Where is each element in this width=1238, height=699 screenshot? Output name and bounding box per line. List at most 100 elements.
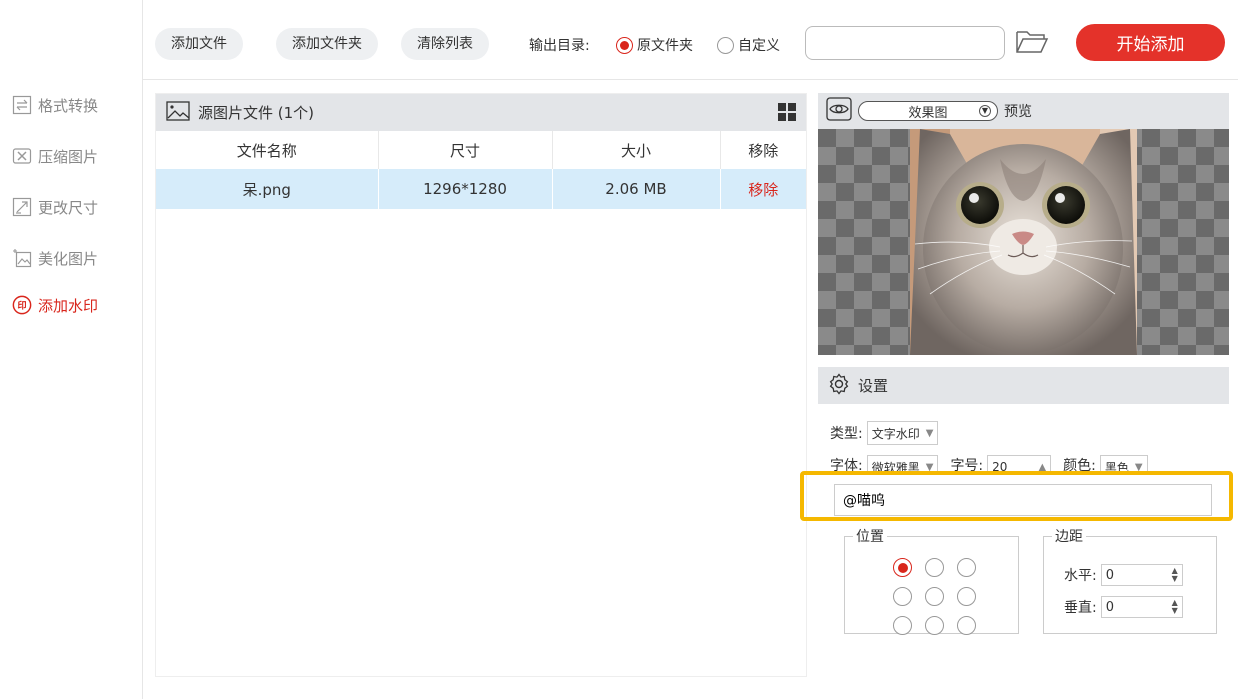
radio-original-folder[interactable]: 原文件夹 (616, 35, 693, 55)
folder-open-icon[interactable] (1015, 28, 1049, 56)
position-group: 位置 (844, 526, 1019, 635)
position-middle-right[interactable] (957, 587, 976, 606)
type-label: 类型: (830, 426, 863, 442)
cat-photo (910, 129, 1137, 355)
start-add-button[interactable]: 开始添加 (1076, 24, 1225, 61)
position-top-center[interactable] (925, 558, 944, 577)
stepper-arrows-icon[interactable]: ▲ ▼ (1172, 567, 1178, 583)
vertical-label: 垂直: (1064, 600, 1097, 616)
font-value: 微软雅黑 (871, 460, 920, 472)
radio-dot[interactable] (616, 36, 633, 54)
sparkle-image-icon (12, 248, 32, 268)
sidebar-item-label: 更改尺寸 (38, 198, 99, 217)
preview-panel: 效果图 ▼ 预览 (818, 93, 1229, 355)
file-list-panel: 源图片文件 (1个) 文件名称 尺寸 大小 移除 呆.png 1296*1280… (155, 93, 807, 677)
settings-panel: 设置 类型: 文字水印 ▼ 字体: 微软雅黑 ▼ 字号: 20 ▲ 颜色: 黑色… (818, 367, 1229, 677)
file-name-cell: 呆.png (156, 169, 379, 209)
column-header-remove: 移除 (748, 141, 779, 160)
size-stepper[interactable]: 20 ▲ (987, 455, 1052, 472)
preview-label: 预览 (1004, 104, 1032, 120)
type-value: 文字水印 (871, 426, 920, 441)
preview-mode-value: 效果图 (908, 105, 948, 121)
chevron-down-icon: ▼ (925, 427, 934, 439)
preview-header: 效果图 ▼ 预览 (818, 93, 1229, 129)
position-grid (893, 558, 977, 635)
file-table: 文件名称 尺寸 大小 移除 呆.png 1296*1280 2.06 MB 移除 (156, 131, 806, 209)
grid-view-icon[interactable] (778, 103, 796, 121)
settings-title: 设置 (858, 377, 889, 395)
stamp-icon: 印 (12, 295, 32, 315)
sidebar-item-label: 格式转换 (38, 96, 99, 115)
position-middle-left[interactable] (893, 587, 912, 606)
type-select[interactable]: 文字水印 ▼ (866, 421, 939, 445)
column-header-dimensions: 尺寸 (378, 131, 553, 169)
position-legend: 位置 (856, 529, 884, 545)
sidebar-item-compress[interactable]: 压缩图片 (12, 143, 98, 169)
clear-list-button[interactable]: 清除列表 (401, 28, 489, 60)
radio-custom-folder[interactable]: 自定义 (717, 35, 780, 55)
horizontal-stepper[interactable]: 0 ▲ ▼ (1100, 564, 1183, 586)
column-header-name: 文件名称 (156, 131, 379, 169)
swap-icon (12, 95, 32, 115)
resize-icon (12, 197, 32, 217)
margin-legend: 边距 (1055, 529, 1083, 545)
chevron-down-icon: ▼ (1134, 461, 1143, 472)
position-bottom-center[interactable] (925, 616, 944, 635)
sidebar-item-label: 添加水印 (38, 296, 99, 315)
preview-mode-select[interactable]: 效果图 ▼ (858, 101, 998, 121)
color-value: 黑色 (1104, 460, 1129, 472)
file-list-header: 源图片文件 (1个) (156, 94, 806, 131)
settings-header: 设置 (818, 367, 1229, 404)
horizontal-value: 0 (1105, 567, 1114, 583)
sidebar-item-watermark[interactable]: 印 添加水印 (12, 292, 98, 318)
table-row[interactable]: 呆.png 1296*1280 2.06 MB 移除 (156, 169, 806, 209)
chevron-down-icon: ▼ (979, 105, 991, 117)
image-icon (166, 100, 190, 125)
margin-group: 边距 水平: 0 ▲ ▼ 垂直: 0 ▲ ▼ (1043, 526, 1217, 634)
gear-icon (828, 372, 850, 399)
watermark-text-input[interactable] (834, 484, 1212, 516)
color-select[interactable]: 黑色 ▼ (1099, 455, 1148, 472)
sidebar-item-label: 美化图片 (38, 249, 99, 268)
preview-canvas (818, 129, 1229, 355)
file-list-title: 源图片文件 (1个) (198, 104, 315, 122)
file-dimensions-cell: 1296*1280 (378, 169, 553, 209)
output-path-input[interactable] (805, 26, 1005, 60)
radio-dot[interactable] (717, 36, 734, 54)
vertical-row: 垂直: 0 ▲ ▼ (1064, 596, 1183, 618)
position-center[interactable] (925, 587, 944, 606)
font-row: 字体: 微软雅黑 ▼ 字号: 20 ▲ 颜色: 黑色 ▼ (830, 455, 1148, 471)
radio-label: 自定义 (738, 38, 780, 54)
position-bottom-left[interactable] (893, 616, 912, 635)
remove-cell: 移除 (720, 169, 806, 209)
sidebar: 格式转换 压缩图片 更改尺寸 美化图片 印 添加水印 (0, 0, 143, 699)
size-label: 字号: (950, 458, 984, 471)
position-top-right[interactable] (957, 558, 976, 577)
stepper-arrows-icon[interactable]: ▲ ▼ (1172, 599, 1178, 615)
compress-icon (12, 146, 32, 166)
svg-text:印: 印 (17, 300, 26, 312)
position-top-left[interactable] (893, 558, 912, 577)
color-label: 颜色: (1063, 458, 1096, 471)
vertical-value: 0 (1105, 599, 1114, 615)
eye-icon (826, 97, 852, 125)
sidebar-item-label: 压缩图片 (38, 147, 99, 166)
add-file-button[interactable]: 添加文件 (155, 28, 243, 60)
remove-link[interactable]: 移除 (748, 181, 778, 199)
sidebar-item-resize[interactable]: 更改尺寸 (12, 194, 98, 220)
sidebar-item-beautify[interactable]: 美化图片 (12, 245, 98, 271)
sidebar-item-format-convert[interactable]: 格式转换 (12, 92, 98, 118)
toolbar: 添加文件 添加文件夹 清除列表 输出目录: 原文件夹 自定义 开始添加 (143, 0, 1238, 80)
position-bottom-right[interactable] (957, 616, 976, 635)
horizontal-row: 水平: 0 ▲ ▼ (1064, 564, 1183, 586)
chevron-up-icon: ▲ (1038, 461, 1047, 472)
font-label: 字体: (830, 458, 863, 471)
horizontal-label: 水平: (1064, 568, 1097, 584)
vertical-stepper[interactable]: 0 ▲ ▼ (1100, 596, 1183, 618)
chevron-down-icon: ▼ (925, 461, 934, 472)
radio-label: 原文件夹 (637, 38, 693, 54)
add-folder-button[interactable]: 添加文件夹 (276, 28, 378, 60)
size-value: 20 (992, 460, 1008, 471)
font-select[interactable]: 微软雅黑 ▼ (866, 455, 939, 472)
output-dir-label: 输出目录: (529, 38, 590, 54)
